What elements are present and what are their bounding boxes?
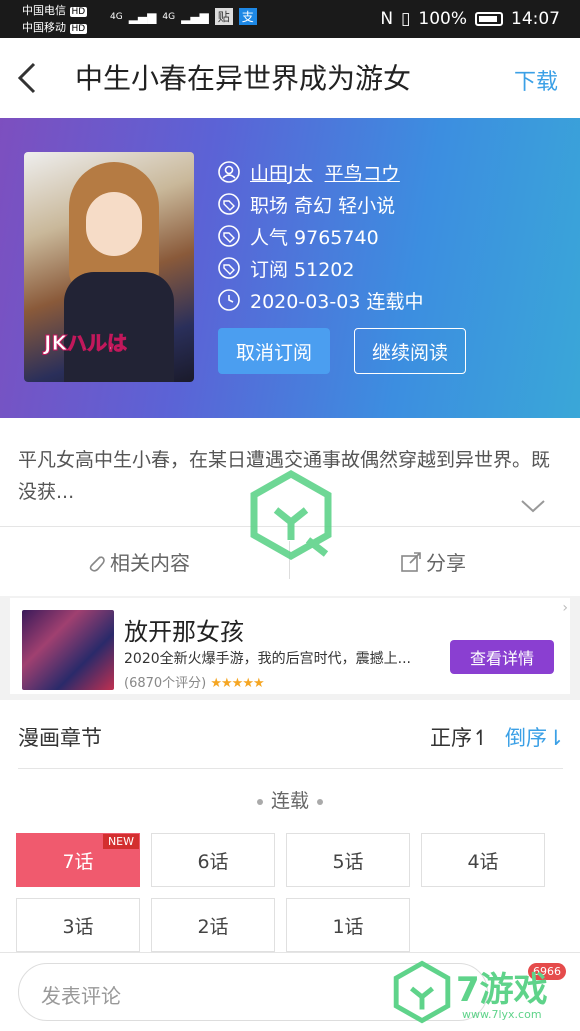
comment-placeholder: 发表评论 [41,984,121,1008]
comic-info: 山田J太 平鸟コウ 职场 奇幻 轻小说 人气 9765740 订阅 51202 … [218,156,423,316]
expand-chevron-icon[interactable] [520,498,546,518]
carrier-info: 中国电信 HD 中国移动 HD [22,3,88,37]
tieba-icon: 贴 [214,8,233,25]
page-title: 中生小春在异世界成为游女 [75,62,412,95]
popularity-count: 人气 9765740 [250,226,379,249]
chapter-label: 1话 [332,915,364,938]
battery-icon [475,12,503,26]
watermark-site-name: 7游戏 [456,970,548,1010]
update-status: 2020-03-03 连载中 [250,290,424,313]
author-link-1[interactable]: 山田J太 [250,159,313,186]
alipay-icon: 支 [238,8,257,25]
new-badge: NEW [102,834,139,849]
continue-reading-button[interactable]: 继续阅读 [354,328,466,374]
update-row: 2020-03-03 连载中 [218,284,423,316]
popularity-icon [218,225,240,247]
share-label: 分享 [426,551,466,575]
comic-cover-image[interactable]: JKハルは [24,152,194,382]
ad-rating: (6870个评分) ★★★★★ [124,672,265,691]
share-icon [401,551,421,572]
chapter-button-5[interactable]: 5话 [286,833,410,887]
person-icon [218,161,240,183]
download-button[interactable]: 下载 [514,64,558,96]
sort-ascending-button[interactable]: 正序↿ [430,722,490,752]
author-row: 山田J太 平鸟コウ [218,156,423,188]
clock-icon [218,289,240,311]
subscription-icon [218,257,240,279]
chapter-label: 6话 [197,850,229,873]
clock: 14:07 [511,9,560,29]
comic-header: JKハルは 山田J太 平鸟コウ 职场 奇幻 轻小说 人气 9765740 订阅 … [0,118,580,418]
ad-rating-count: (6870个评分) [124,676,207,691]
signal-icon-2: ▂▄▆ [181,9,209,24]
watermark-corner-logo-icon [393,960,451,1024]
ad-details-button[interactable]: 查看详情 [450,640,554,674]
star-rating-icon: ★★★★★ [210,676,264,691]
unsubscribe-button[interactable]: 取消订阅 [218,328,330,374]
signal-icon: ▂▄▆ [128,9,157,24]
paperclip-icon [89,555,105,572]
chapter-section-title: 漫画章节 [18,726,102,750]
share-button[interactable]: 分享 [400,547,466,576]
network-type-2: 4G [162,11,176,22]
chapter-label: 7话 [62,850,94,873]
ad-description: 2020全新火爆手游，我的后宫时代，震撼上... [124,651,411,667]
carrier-2: 中国移动 [22,21,66,34]
popularity-row: 人气 9765740 [218,220,423,252]
chapter-button-1[interactable]: 1话 [286,898,410,952]
watermark-url: www.7lyx.com [462,1008,542,1021]
subscription-count: 订阅 51202 [250,258,355,281]
chapter-label: 5话 [332,850,364,873]
sort-descending-button[interactable]: 倒序⇂ [505,722,565,752]
divider [18,768,563,769]
status-bar: 中国电信 HD 中国移动 HD 4G ▂▄▆ 4G ▂▄▆ 贴 支 N ▯ 10… [0,0,580,38]
vibrate-icon: ▯ [401,9,411,29]
nav-bar: 中生小春在异世界成为游女 下载 [0,38,580,118]
ad-chevron-icon[interactable]: › [562,600,568,616]
battery-percent: 100% [418,9,467,29]
ad-image [22,610,114,690]
watermark-corner: 7游戏 www.7lyx.com [392,960,572,1028]
watermark-logo-icon [250,470,332,560]
chapter-label: 3话 [62,915,94,938]
ad-banner[interactable]: 放开那女孩 2020全新火爆手游，我的后宫时代，震撼上... (6870个评分)… [10,598,570,694]
hd-badge-1: HD [69,7,88,17]
signal-icons: 4G ▂▄▆ 4G ▂▄▆ 贴 支 [110,8,257,25]
chapter-button-2[interactable]: 2话 [151,898,275,952]
network-type: 4G [110,11,123,22]
cover-title-text: JKハルは [44,331,128,356]
tag-icon [218,193,240,215]
carrier-1: 中国电信 [22,4,66,17]
related-content-label: 相关内容 [110,551,190,575]
chapter-button-3[interactable]: 3话 [16,898,140,952]
hd-badge-2: HD [69,24,88,34]
chapter-button-7[interactable]: 7话 NEW [16,833,140,887]
chapter-label: 4话 [467,850,499,873]
subscription-row: 订阅 51202 [218,252,423,284]
author-link-2[interactable]: 平鸟コウ [325,159,400,186]
comic-tags: 职场 奇幻 轻小说 [250,194,396,217]
cover-face [86,192,142,256]
chapter-label: 2话 [197,915,229,938]
chapter-button-6[interactable]: 6话 [151,833,275,887]
tags-row: 职场 奇幻 轻小说 [218,188,423,220]
status-right: N ▯ 100% 14:07 [380,9,560,29]
chapter-button-4[interactable]: 4话 [421,833,545,887]
ad-title: 放开那女孩 [124,618,244,646]
serial-label: 连载 [0,786,580,813]
nfc-icon: N [380,9,394,29]
related-content-button[interactable]: 相关内容 [86,547,190,576]
back-arrow-icon[interactable] [14,58,48,98]
serial-text: 连载 [270,790,309,812]
